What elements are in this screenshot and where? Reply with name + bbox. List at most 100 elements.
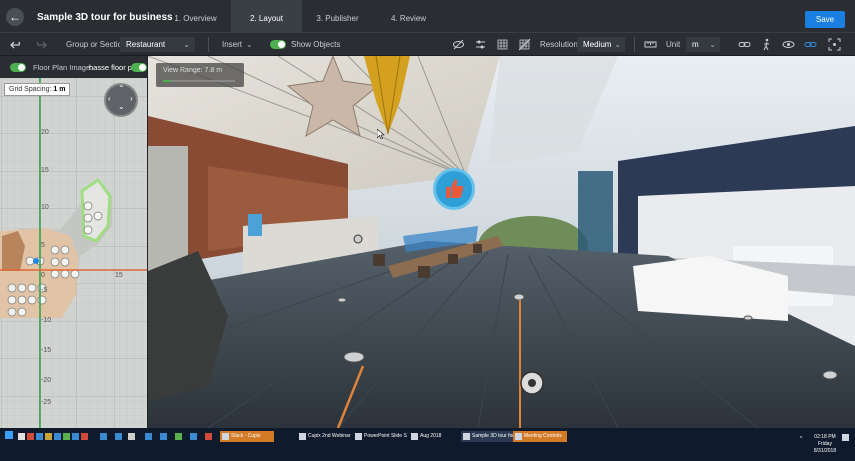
y-tick-label: -5 [41, 287, 48, 294]
notification-icon[interactable] [842, 434, 849, 441]
thumbs-up-icon[interactable] [433, 168, 475, 210]
floor-plan-image-label: Floor Plan Image: [33, 63, 93, 72]
top-bar: ← Sample 3D tour for business 1. Overvie… [0, 0, 855, 33]
app-pinned-icon[interactable] [115, 433, 122, 440]
taskbar-task[interactable]: Aug 2018 [409, 431, 459, 442]
app-pinned-icon[interactable] [190, 433, 197, 440]
grid-spacing-badge: Grid Spacing: 1 m [4, 83, 71, 96]
view-range-value: 7.8 m [204, 67, 223, 74]
arrow-left-icon[interactable]: ‹ [108, 94, 111, 103]
tab-review[interactable]: 4. Review [373, 0, 444, 33]
save-button[interactable]: Save [805, 11, 845, 28]
floor-plan-panel: Floor Plan Image: hasse floor pla Grid S… [0, 56, 147, 428]
pan-joystick[interactable]: ⌃ ⌄ ‹ › [104, 83, 138, 117]
app-pinned-icon[interactable] [81, 433, 88, 440]
y-tick-label: 5 [41, 242, 45, 249]
floor-plan-image-toggle[interactable] [131, 63, 147, 72]
windows-start-icon[interactable] [5, 431, 13, 439]
tray-chevron-icon[interactable]: ^ [800, 436, 802, 442]
app-pinned-icon[interactable] [205, 433, 212, 440]
unit-value: m [692, 40, 699, 49]
undo-icon[interactable] [10, 38, 23, 51]
x-tick-label: 15 [115, 272, 123, 279]
view-range-panel[interactable]: View Range: 7.8 m [156, 63, 244, 87]
app-pinned-icon[interactable] [45, 433, 52, 440]
y-tick-label: -20 [41, 377, 52, 384]
chevron-down-icon: ⌄ [709, 40, 716, 49]
taskbar-task[interactable]: PowerPoint Slide Sho... [353, 431, 407, 442]
back-arrow-icon[interactable]: ← [6, 8, 24, 26]
walk-person-icon[interactable] [760, 38, 773, 51]
unit-label: Unit [666, 40, 681, 49]
grid-off-icon[interactable] [518, 38, 531, 51]
ruler-icon[interactable] [644, 38, 657, 51]
search-icon[interactable] [18, 433, 25, 440]
redo-icon[interactable] [34, 38, 47, 51]
y-tick-label: -10 [41, 317, 52, 324]
app-pinned-icon[interactable] [72, 433, 79, 440]
grid-spacing-label: Grid Spacing: [9, 86, 52, 93]
y-tick-label: 15 [41, 167, 49, 174]
floor-plan-toggle[interactable] [10, 63, 26, 72]
show-objects-label: Show Objects [291, 40, 341, 49]
taskbar-task[interactable]: Meeting Controls [513, 431, 567, 442]
y-tick-label: 0 [41, 272, 45, 279]
tab-publisher[interactable]: 3. Publisher [302, 0, 373, 33]
view-orbit-icon[interactable] [782, 38, 795, 51]
fullscreen-icon[interactable] [828, 38, 841, 51]
clock-time: 02:18 PM [814, 434, 836, 440]
taskbar-task[interactable]: Sample 3D tour for b... [461, 431, 515, 442]
app-pinned-icon[interactable] [100, 433, 107, 440]
resolution-value: Medium [583, 40, 612, 49]
vr-link-icon[interactable] [804, 38, 817, 51]
tab-layout[interactable]: 2. Layout [231, 0, 302, 33]
panorama-viewport[interactable]: View Range: 7.8 m [148, 56, 855, 428]
view-range-label: View Range: [163, 67, 203, 74]
taskbar-task[interactable]: Slack - Cupix [220, 431, 274, 442]
hide-eye-icon[interactable] [452, 38, 465, 51]
divider [208, 37, 209, 52]
group-select[interactable]: Restaurant ⌄ [120, 37, 195, 52]
app-pinned-icon[interactable] [145, 433, 152, 440]
insert-menu[interactable]: Insert [222, 33, 242, 56]
resolution-select[interactable]: Medium ⌄ [577, 37, 625, 52]
unit-select[interactable]: m ⌄ [686, 37, 720, 52]
app-pinned-icon[interactable] [63, 433, 70, 440]
app-pinned-icon[interactable] [160, 433, 167, 440]
grid-icon[interactable] [496, 38, 509, 51]
show-objects-toggle[interactable] [270, 40, 286, 49]
sliders-icon[interactable] [474, 38, 487, 51]
toolbar: Group or Section Restaurant ⌄ Insert ⌄ S… [0, 33, 855, 56]
app-pinned-icon[interactable] [36, 433, 43, 440]
clock-day: Friday [818, 441, 832, 447]
y-tick-label: -15 [41, 347, 52, 354]
os-taskbar: Slack - Cupix Cupix 2nd Webinar p... Pow… [0, 428, 855, 461]
app-pinned-icon[interactable] [27, 433, 34, 440]
arrow-right-icon[interactable]: › [130, 94, 133, 103]
step-tabs: 1. Overview 2. Layout 3. Publisher 4. Re… [160, 0, 444, 33]
app-pinned-icon[interactable] [54, 433, 61, 440]
chevron-down-icon[interactable]: ⌄ [246, 33, 253, 56]
view-range-slider[interactable] [163, 80, 235, 82]
y-tick-label: 10 [41, 204, 49, 211]
group-select-value: Restaurant [126, 40, 166, 49]
resolution-label: Resolution [540, 40, 578, 49]
clock-date: 8/31/2018 [813, 448, 837, 454]
chevron-down-icon: ⌄ [614, 40, 621, 49]
divider [634, 37, 635, 52]
y-tick-label: 20 [41, 129, 49, 136]
tab-overview[interactable]: 1. Overview [160, 0, 231, 33]
chevron-down-icon: ⌄ [183, 40, 190, 49]
arrow-up-icon[interactable]: ⌃ [118, 84, 125, 93]
grid-spacing-value: 1 m [53, 86, 66, 93]
taskbar-clock[interactable]: 02:18 PM Friday 8/31/2018 [812, 434, 838, 455]
app-pinned-icon[interactable] [175, 433, 182, 440]
app-title: Sample 3D tour for business [37, 12, 173, 23]
active-hotspot-marker[interactable] [520, 371, 544, 395]
y-tick-label: -25 [41, 399, 52, 406]
taskbar-task[interactable]: Cupix 2nd Webinar p... [297, 431, 351, 442]
app-pinned-icon[interactable] [128, 433, 135, 440]
link-icon[interactable] [738, 38, 751, 51]
group-label: Group or Section [66, 40, 127, 49]
arrow-down-icon[interactable]: ⌄ [118, 102, 125, 111]
